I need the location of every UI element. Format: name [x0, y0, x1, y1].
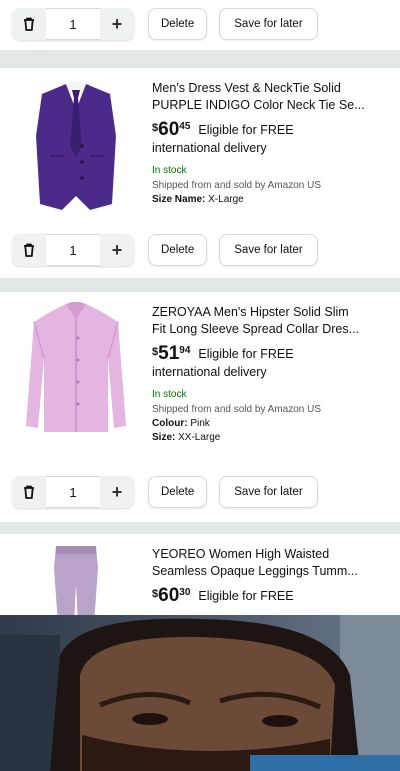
quantity-stepper: 1 + [12, 234, 134, 266]
product-image[interactable] [20, 544, 132, 615]
stock-status: In stock [152, 389, 187, 400]
shipped-by: Shipped from and sold by Amazon US [152, 404, 321, 415]
quantity-value[interactable]: 1 [46, 8, 100, 40]
quantity-stepper: 1 + [12, 476, 134, 508]
leggings-image [54, 546, 98, 615]
quantity-value[interactable]: 1 [46, 234, 100, 266]
quantity-stepper: 1 + [12, 8, 134, 40]
delete-button[interactable]: Delete [148, 234, 208, 266]
cart-item: Men's Dress Vest & NeckTie Solid PURPLE … [0, 68, 400, 278]
eligibility-text: Eligible for FREE [198, 347, 294, 361]
price-fraction: 94 [179, 345, 191, 356]
stock-status: In stock [152, 165, 187, 176]
title-line: Seamless Opaque Leggings Tumm... [152, 564, 358, 578]
price-whole: 60 [158, 119, 180, 140]
size-attribute: Size: XX-Large [152, 432, 392, 443]
trash-icon [24, 485, 34, 499]
save-for-later-button[interactable]: Save for later [219, 234, 318, 266]
increase-quantity-button[interactable]: + [100, 8, 134, 40]
price-whole: 60 [158, 585, 180, 606]
delete-button[interactable]: Delete [148, 476, 208, 508]
delete-item-button[interactable] [12, 8, 46, 40]
attr-key: Colour: [152, 418, 188, 429]
title-line: Men's Dress Vest & NeckTie Solid [152, 81, 341, 95]
delivery-text: international delivery [152, 365, 267, 379]
attr-value: Pink [187, 418, 210, 429]
price: $ 60 45 Eligible for FREE [152, 120, 392, 140]
webcam-feed-image [0, 615, 400, 771]
price: $ 51 94 Eligible for FREE [152, 344, 392, 364]
save-for-later-button[interactable]: Save for later [219, 476, 318, 508]
price-whole: 51 [158, 343, 180, 364]
product-info: YEOREO Women High Waisted Seamless Opaqu… [152, 546, 392, 606]
cart-item-previous: 1 + Delete Save for later [0, 0, 400, 50]
plus-icon: + [111, 13, 123, 34]
pink-shirt-image [26, 302, 126, 432]
eligibility-text: Eligible for FREE [198, 589, 294, 603]
attr-value: X-Large [205, 194, 244, 205]
item-controls: 1 + Delete Save for later [12, 8, 318, 40]
trash-icon [24, 243, 34, 257]
delete-button[interactable]: Delete [148, 8, 208, 40]
cart-list: 1 + Delete Save for later Men's Dress Ve… [0, 0, 400, 615]
title-line: Fit Long Sleeve Spread Collar Dres... [152, 322, 360, 336]
product-info: ZEROYAA Men's Hipster Solid Slim Fit Lon… [152, 304, 392, 443]
increase-quantity-button[interactable]: + [100, 476, 134, 508]
delivery-text: international delivery [152, 141, 267, 155]
cart-item: ZEROYAA Men's Hipster Solid Slim Fit Lon… [0, 292, 400, 522]
plus-icon: + [111, 481, 123, 502]
title-line: PURPLE INDIGO Color Neck Tie Se... [152, 98, 365, 112]
increase-quantity-button[interactable]: + [100, 234, 134, 266]
product-title[interactable]: Men's Dress Vest & NeckTie Solid PURPLE … [152, 80, 392, 114]
attr-value: XX-Large [175, 432, 221, 443]
title-line: ZEROYAA Men's Hipster Solid Slim [152, 305, 349, 319]
item-controls: 1 + Delete Save for later [12, 234, 318, 266]
product-image[interactable] [20, 298, 132, 438]
product-title[interactable]: ZEROYAA Men's Hipster Solid Slim Fit Lon… [152, 304, 392, 338]
delete-item-button[interactable] [12, 476, 46, 508]
save-for-later-button[interactable]: Save for later [219, 8, 318, 40]
eligibility-text: Eligible for FREE [198, 123, 294, 137]
price-fraction: 30 [179, 587, 191, 598]
quantity-value[interactable]: 1 [46, 476, 100, 508]
product-image[interactable] [20, 76, 132, 216]
delete-item-button[interactable] [12, 234, 46, 266]
cart-item: YEOREO Women High Waisted Seamless Opaqu… [0, 534, 400, 615]
webcam-overlay [0, 615, 400, 771]
product-info: Men's Dress Vest & NeckTie Solid PURPLE … [152, 80, 392, 205]
size-attribute: Size Name: X-Large [152, 194, 392, 205]
colour-attribute: Colour: Pink [152, 418, 392, 429]
trash-icon [24, 17, 34, 31]
plus-icon: + [111, 239, 123, 260]
price: $ 60 30 Eligible for FREE [152, 586, 392, 606]
shipped-by: Shipped from and sold by Amazon US [152, 180, 321, 191]
attr-key: Size: [152, 432, 176, 443]
purple-vest-image [36, 82, 116, 210]
price-fraction: 45 [179, 121, 191, 132]
product-title[interactable]: YEOREO Women High Waisted Seamless Opaqu… [152, 546, 392, 580]
attr-key: Size Name: [152, 194, 206, 205]
title-line: YEOREO Women High Waisted [152, 547, 330, 561]
item-controls: 1 + Delete Save for later [12, 476, 318, 508]
